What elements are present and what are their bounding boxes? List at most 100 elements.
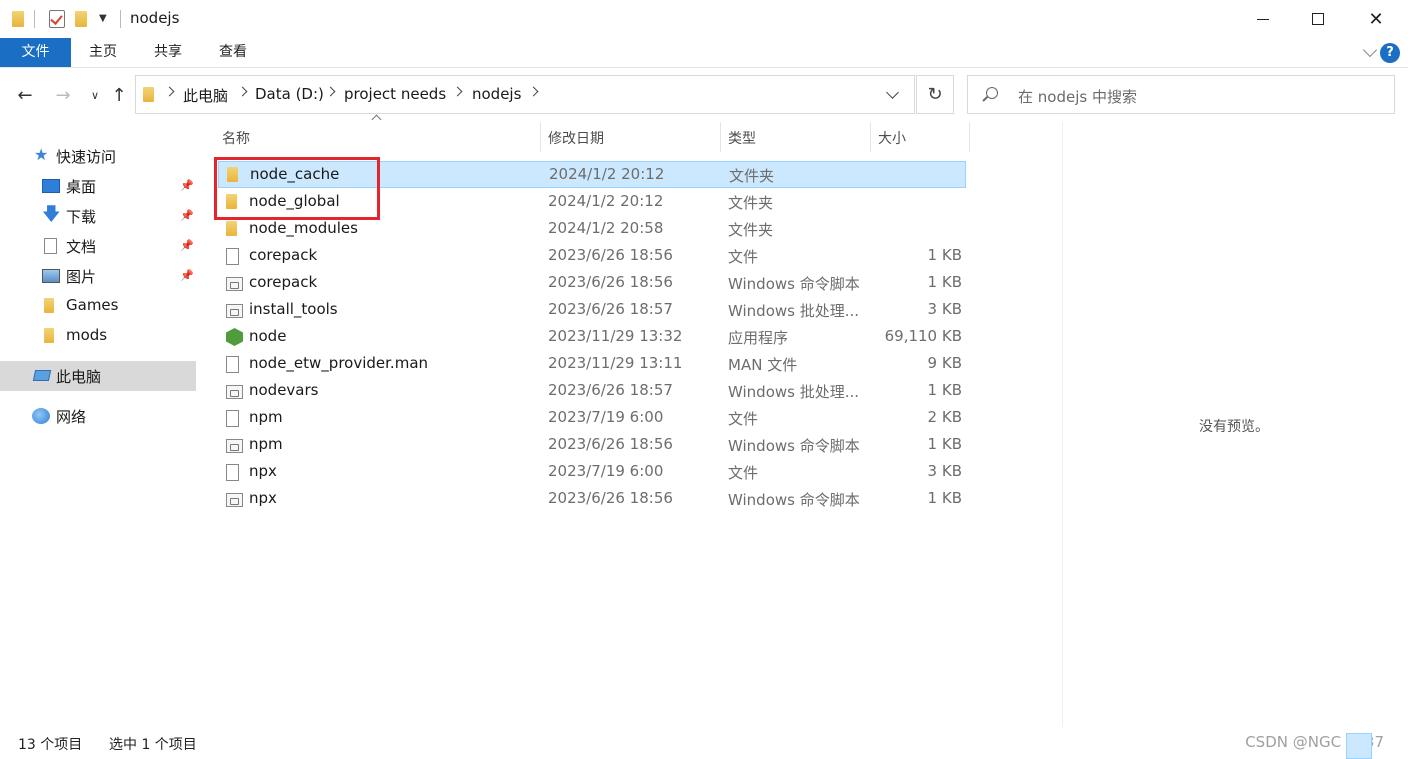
file-name: install_tools	[249, 300, 338, 318]
sidebar-item-games[interactable]: Games	[0, 291, 196, 321]
refresh-button[interactable]: ↻	[916, 75, 954, 114]
pin-icon[interactable]: 📌	[180, 239, 194, 252]
file-row[interactable]: npm 2023/7/19 6:00 文件 2 KB	[218, 405, 966, 432]
file-row[interactable]: nodevars 2023/6/26 18:57 Windows 批处理... …	[218, 378, 966, 405]
file-row[interactable]: npx 2023/6/26 18:56 Windows 命令脚本 1 KB	[218, 486, 966, 513]
back-button[interactable]: ←	[12, 82, 38, 108]
column-date[interactable]: 修改日期	[548, 128, 604, 148]
breadcrumb-project-needs[interactable]: project needs	[344, 85, 446, 103]
folder-icon	[226, 221, 237, 236]
file-icon	[226, 248, 239, 265]
pin-icon[interactable]: 📌	[180, 209, 194, 222]
file-date: 2023/11/29 13:32	[548, 327, 683, 345]
file-row[interactable]: corepack 2023/6/26 18:56 Windows 命令脚本 1 …	[218, 270, 966, 297]
file-date: 2024/1/2 20:12	[549, 165, 665, 183]
file-name: nodevars	[249, 381, 319, 399]
file-row[interactable]: npx 2023/7/19 6:00 文件 3 KB	[218, 459, 966, 486]
file-type: 文件	[728, 464, 759, 482]
forward-button[interactable]: →	[50, 82, 76, 108]
file-name: npm	[249, 435, 283, 453]
breadcrumb-nodejs[interactable]: nodejs	[472, 85, 521, 103]
maximize-icon	[1312, 13, 1324, 25]
minimize-button[interactable]	[1236, 0, 1290, 38]
file-date: 2023/6/26 18:56	[548, 273, 673, 291]
sidebar-item-documents[interactable]: 文档 📌	[0, 231, 196, 261]
column-divider[interactable]	[540, 122, 541, 152]
column-divider[interactable]	[870, 122, 871, 152]
title-bar: ▼ nodejs ✕	[0, 0, 1408, 38]
sidebar-item-pictures[interactable]: 图片 📌	[0, 261, 196, 291]
help-icon[interactable]: ?	[1380, 43, 1400, 63]
breadcrumb-this-pc[interactable]: 此电脑	[183, 85, 228, 106]
sidebar-item-mods[interactable]: mods	[0, 321, 196, 351]
recent-locations-button[interactable]: ∨	[82, 82, 108, 108]
file-row[interactable]: npm 2023/6/26 18:56 Windows 命令脚本 1 KB	[218, 432, 966, 459]
annotation-highlight-box	[214, 157, 380, 220]
file-type: 文件夹	[728, 221, 774, 239]
file-row[interactable]: corepack 2023/6/26 18:56 文件 1 KB	[218, 243, 966, 270]
file-size: 2 KB	[927, 408, 962, 426]
file-type: 应用程序	[728, 329, 789, 347]
tab-file[interactable]: 文件	[0, 38, 71, 67]
chevron-right-icon[interactable]	[164, 86, 175, 97]
file-row[interactable]: node_etw_provider.man 2023/11/29 13:11 M…	[218, 351, 966, 378]
chevron-right-icon[interactable]	[528, 86, 539, 97]
column-type[interactable]: 类型	[728, 128, 756, 148]
address-bar[interactable]: 此电脑 Data (D:) project needs nodejs	[135, 75, 915, 114]
file-type: Windows 批处理...	[728, 383, 860, 401]
column-name[interactable]: 名称	[222, 128, 250, 148]
large-icons-view-button[interactable]	[1374, 733, 1400, 759]
script-icon	[226, 439, 243, 453]
tab-share[interactable]: 共享	[145, 38, 191, 67]
file-size: 3 KB	[927, 462, 962, 480]
sidebar-item-network[interactable]: 网络	[0, 401, 196, 431]
sidebar-item-downloads[interactable]: 🡇 下载 📌	[0, 201, 196, 231]
file-type: Windows 命令脚本	[728, 275, 860, 293]
computer-icon	[32, 370, 52, 381]
sidebar-item-quick-access[interactable]: ★ 快速访问	[0, 141, 196, 171]
new-folder-icon[interactable]	[75, 11, 87, 27]
file-row[interactable]: install_tools 2023/6/26 18:57 Windows 批处…	[218, 297, 966, 324]
desktop-icon	[42, 179, 60, 193]
close-icon: ✕	[1368, 8, 1384, 30]
close-button[interactable]: ✕	[1349, 0, 1403, 38]
file-type: Windows 批处理...	[728, 302, 860, 320]
chevron-right-icon[interactable]	[325, 86, 336, 97]
file-row[interactable]: node_modules 2024/1/2 20:58 文件夹	[218, 216, 966, 243]
properties-icon[interactable]	[49, 10, 65, 28]
file-date: 2023/6/26 18:56	[548, 489, 673, 507]
breadcrumb-drive[interactable]: Data (D:)	[255, 85, 324, 103]
sidebar-item-label: 图片	[66, 268, 97, 286]
customize-toolbar-icon[interactable]: ▼	[99, 13, 107, 24]
search-box[interactable]: 在 nodejs 中搜索	[967, 75, 1395, 114]
pin-icon[interactable]: 📌	[180, 179, 194, 192]
sort-ascending-icon	[371, 114, 382, 125]
column-divider[interactable]	[969, 122, 970, 152]
file-size: 3 KB	[927, 300, 962, 318]
column-divider[interactable]	[720, 122, 721, 152]
address-history-icon[interactable]	[886, 86, 899, 99]
up-button[interactable]: ↑	[106, 82, 132, 108]
tab-home[interactable]: 主页	[80, 38, 126, 67]
search-icon	[986, 87, 998, 99]
chevron-right-icon[interactable]	[237, 86, 248, 97]
item-count: 13 个项目	[18, 737, 83, 753]
file-type: 文件夹	[729, 167, 775, 185]
pin-icon[interactable]: 📌	[180, 269, 194, 282]
maximize-button[interactable]	[1291, 0, 1345, 38]
file-icon	[226, 410, 239, 427]
search-placeholder: 在 nodejs 中搜索	[1018, 88, 1137, 106]
picture-icon	[42, 269, 60, 283]
download-icon: 🡇	[42, 204, 61, 225]
arrow-left-icon: ←	[17, 84, 33, 106]
tab-view[interactable]: 查看	[210, 38, 256, 67]
sidebar-item-desktop[interactable]: 桌面 📌	[0, 171, 196, 201]
sidebar-item-this-pc[interactable]: 此电脑	[0, 361, 196, 391]
chevron-right-icon[interactable]	[452, 86, 463, 97]
document-icon	[44, 238, 57, 254]
expand-ribbon-icon[interactable]	[1362, 42, 1378, 58]
file-date: 2024/1/2 20:58	[548, 219, 664, 237]
file-row[interactable]: node 2023/11/29 13:32 应用程序 69,110 KB	[218, 324, 966, 351]
column-size[interactable]: 大小	[878, 128, 906, 148]
details-view-button[interactable]	[1346, 733, 1372, 759]
